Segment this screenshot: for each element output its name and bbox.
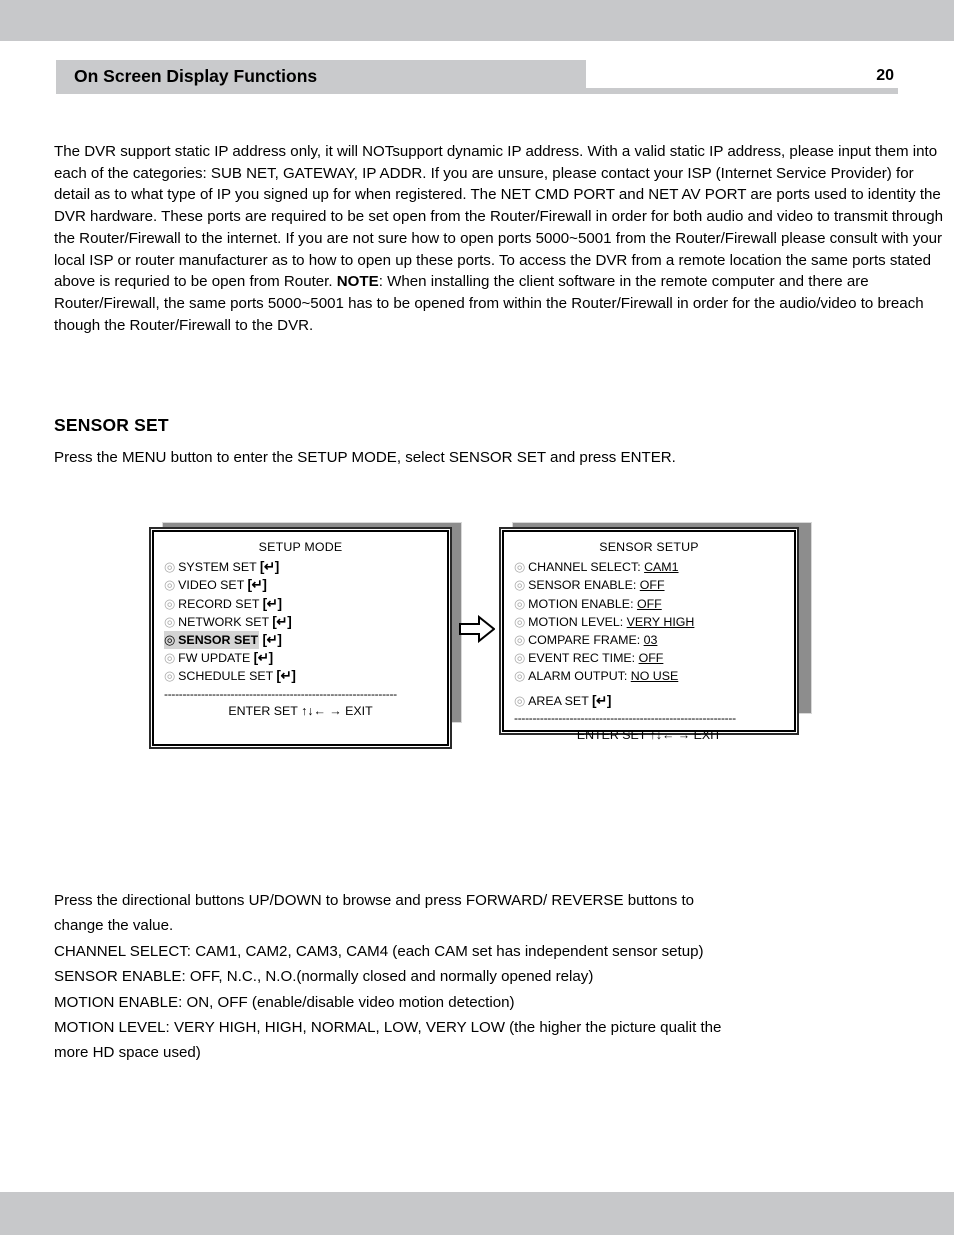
radio-circle-icon: ◎ — [514, 559, 526, 575]
osd-setting-sensor-enable[interactable]: ◎ SENSOR ENABLE: OFF — [514, 576, 784, 594]
osd-setting-value[interactable]: OFF — [639, 651, 664, 665]
intro-text-part1: The DVR support static IP address only, … — [54, 143, 944, 291]
osd-menu-item-label: SCHEDULE SET — [178, 669, 273, 684]
bottom-line: more HD space used) — [54, 1044, 201, 1062]
osd-menu-item-label: FW UPDATE — [178, 651, 251, 666]
bottom-line: MOTION LEVEL: VERY HIGH, HIGH, NORMAL, L… — [54, 1019, 722, 1037]
page-top-margin-band — [0, 0, 954, 41]
radio-circle-icon: ◎ — [164, 650, 176, 666]
sensor-set-intro-text: Press the MENU button to enter the SETUP… — [54, 449, 676, 466]
radio-circle-icon: ◎ — [514, 692, 526, 708]
bottom-line: change the value. — [54, 917, 174, 935]
radio-circle-icon: ◎ — [514, 650, 526, 666]
osd-menu-item-record-set[interactable]: ◎ RECORD SET [↵] — [164, 595, 437, 613]
enter-key-icon: [↵] — [592, 692, 611, 708]
radio-circle-icon: ◎ — [164, 559, 176, 575]
osd-setting-motion-enable[interactable]: ◎ MOTION ENABLE: OFF — [514, 595, 784, 613]
osd-menu-item-schedule-set[interactable]: ◎ SCHEDULE SET [↵] — [164, 667, 437, 685]
osd-menu-item-area-set[interactable]: ◎ AREA SET [↵] — [514, 692, 784, 710]
osd-footer-hint: ENTER SET ↑↓← → EXIT — [228, 703, 373, 718]
osd-setup-mode-panel: SETUP MODE ◎ SYSTEM SET [↵] ◎ VIDEO SET [↵… — [152, 530, 449, 746]
page-number: 20 — [876, 67, 894, 84]
osd-divider: ----------------------------------------… — [164, 687, 397, 700]
header-rule — [586, 88, 898, 94]
osd-setting-label: SENSOR ENABLE: — [528, 578, 637, 593]
osd-menu-item-network-set[interactable]: ◎ NETWORK SET [↵] — [164, 613, 437, 631]
radio-circle-icon: ◎ — [164, 668, 176, 684]
bottom-line: SENSOR ENABLE: OFF, N.C., N.O.(normally … — [54, 968, 594, 986]
osd-menu-item-label: SENSOR SET — [178, 633, 259, 648]
osd-menu-item-label: VIDEO SET — [178, 578, 245, 593]
page-title: On Screen Display Functions — [74, 66, 318, 86]
enter-key-icon: [↵] — [253, 650, 273, 666]
page-header: On Screen Display Functions 20 — [56, 60, 898, 94]
osd-menu-item-label: NETWORK SET — [178, 614, 269, 629]
osd-screen-sensor-setup: SENSOR SETUP ◎ CHANNEL SELECT: CAM1 ◎ SENS… — [502, 522, 822, 747]
radio-circle-icon: ◎ — [514, 668, 526, 684]
osd-setting-compare-frame[interactable]: ◎ COMPARE FRAME: 03 — [514, 631, 784, 649]
radio-circle-icon-selected: ◎ — [164, 632, 176, 648]
page-bottom-margin-band — [0, 1192, 954, 1235]
enter-key-icon: [↵] — [262, 595, 282, 611]
osd-sensor-setup-panel: SENSOR SETUP ◎ CHANNEL SELECT: CAM1 ◎ SENS… — [502, 530, 796, 742]
osd-setting-value[interactable]: CAM1 — [644, 560, 678, 574]
osd-setup-mode-title: SETUP MODE — [258, 540, 343, 554]
osd-sensor-setup-title: SENSOR SETUP — [599, 540, 699, 554]
osd-setting-label: ALARM OUTPUT: — [528, 669, 628, 684]
osd-setting-value[interactable]: NO USE — [631, 669, 679, 683]
osd-menu-item-video-set[interactable]: ◎ VIDEO SET [↵] — [164, 576, 437, 594]
osd-menu-item-system-set[interactable]: ◎ SYSTEM SET [↵] — [164, 558, 437, 576]
bottom-explanation-block: Press the directional buttons UP/DOWN to… — [54, 888, 948, 1066]
enter-key-icon: [↵] — [259, 559, 279, 575]
osd-setting-label: MOTION LEVEL: — [528, 614, 624, 629]
osd-menu-item-label: RECORD SET — [178, 596, 260, 611]
osd-menu-item-fw-update[interactable]: ◎ FW UPDATE [↵] — [164, 649, 437, 667]
osd-setting-label: COMPARE FRAME: — [528, 633, 641, 648]
osd-menu-item-sensor-set[interactable]: ◎ SENSOR SET — [164, 631, 260, 650]
osd-setting-label: MOTION ENABLE: — [528, 596, 634, 611]
bottom-line: MOTION ENABLE: ON, OFF (enable/disable v… — [54, 993, 515, 1011]
header-title-bar: On Screen Display Functions — [56, 60, 586, 94]
radio-circle-icon: ◎ — [164, 613, 176, 629]
radio-circle-icon: ◎ — [514, 577, 526, 593]
osd-setting-value[interactable]: VERY HIGH — [627, 615, 695, 629]
radio-circle-icon: ◎ — [514, 632, 526, 648]
enter-key-icon: [↵] — [276, 668, 296, 684]
osd-setting-label: EVENT REC TIME: — [528, 651, 636, 666]
enter-key-icon: [↵] — [247, 577, 267, 593]
osd-menu-item-label: AREA SET — [528, 693, 589, 708]
section-heading-sensor-set: SENSOR SET — [54, 415, 169, 435]
osd-setting-motion-level[interactable]: ◎ MOTION LEVEL: VERY HIGH — [514, 613, 784, 631]
bottom-line: CHANNEL SELECT: CAM1, CAM2, CAM3, CAM4 (… — [54, 942, 704, 960]
osd-setting-value[interactable]: OFF — [637, 597, 662, 611]
osd-setting-alarm-output[interactable]: ◎ ALARM OUTPUT: NO USE — [514, 667, 784, 685]
osd-setting-label: CHANNEL SELECT: — [528, 560, 641, 575]
radio-circle-icon: ◎ — [514, 595, 526, 611]
osd-menu-item-label: SYSTEM SET — [178, 560, 257, 575]
osd-setting-value[interactable]: 03 — [644, 633, 658, 647]
radio-circle-icon: ◎ — [514, 613, 526, 629]
enter-key-icon: [↵] — [262, 632, 282, 648]
osd-screen-setup-mode: SETUP MODE ◎ SYSTEM SET [↵] ◎ VIDEO SET [↵… — [152, 522, 472, 762]
osd-setting-value[interactable]: OFF — [640, 578, 665, 592]
flow-arrow-right-icon — [459, 614, 496, 644]
radio-circle-icon: ◎ — [164, 577, 176, 593]
osd-footer-hint: ENTER SET ↑↓← → EXIT — [576, 727, 722, 742]
osd-setting-channel-select[interactable]: ◎ CHANNEL SELECT: CAM1 — [514, 558, 784, 576]
radio-circle-icon: ◎ — [164, 595, 176, 611]
bottom-line: Press the directional buttons UP/DOWN to… — [54, 892, 695, 909]
intro-paragraph: The DVR support static IP address only, … — [54, 141, 948, 336]
enter-key-icon: [↵] — [272, 613, 292, 629]
osd-divider: ----------------------------------------… — [514, 711, 736, 724]
note-label: NOTE — [336, 273, 379, 291]
osd-setting-event-rec-time[interactable]: ◎ EVENT REC TIME: OFF — [514, 649, 784, 667]
